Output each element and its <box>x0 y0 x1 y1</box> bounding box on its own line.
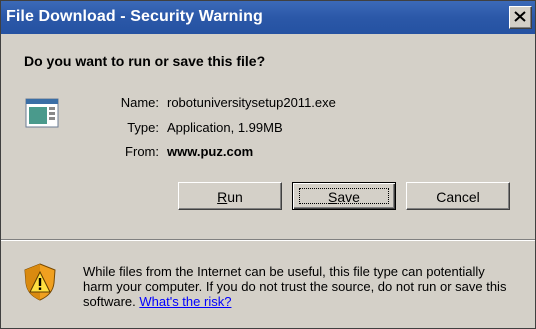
file-info-panel: Do you want to run or save this file? Na… <box>1 34 535 239</box>
from-label: From: <box>125 144 159 159</box>
window-title: File Download - Security Warning <box>6 8 263 25</box>
type-label: Type: <box>127 120 159 135</box>
application-file-icon <box>25 98 59 128</box>
file-source-value: www.puz.com <box>167 144 254 159</box>
file-name-value: robotuniversitysetup2011.exe <box>167 95 336 110</box>
run-button[interactable]: Run <box>178 182 282 210</box>
whats-the-risk-link[interactable]: What's the risk? <box>139 294 231 309</box>
file-type-value: Application, 1.99MB <box>167 120 283 135</box>
separator <box>1 239 535 241</box>
close-icon <box>514 11 526 22</box>
name-label: Name: <box>120 95 159 110</box>
question-heading: Do you want to run or save this file? <box>24 53 266 69</box>
run-button-label: Run <box>217 189 243 205</box>
warning-message: While files from the Internet can be use… <box>83 264 513 309</box>
cancel-button-label: Cancel <box>436 189 480 205</box>
cancel-button[interactable]: Cancel <box>406 182 510 210</box>
shield-warning-icon <box>24 263 56 301</box>
focus-ring <box>299 188 389 204</box>
save-button[interactable]: Save <box>292 182 396 210</box>
close-button[interactable] <box>509 6 532 29</box>
file-download-dialog: File Download - Security Warning Do you … <box>0 0 536 329</box>
title-bar[interactable]: File Download - Security Warning <box>1 1 535 34</box>
